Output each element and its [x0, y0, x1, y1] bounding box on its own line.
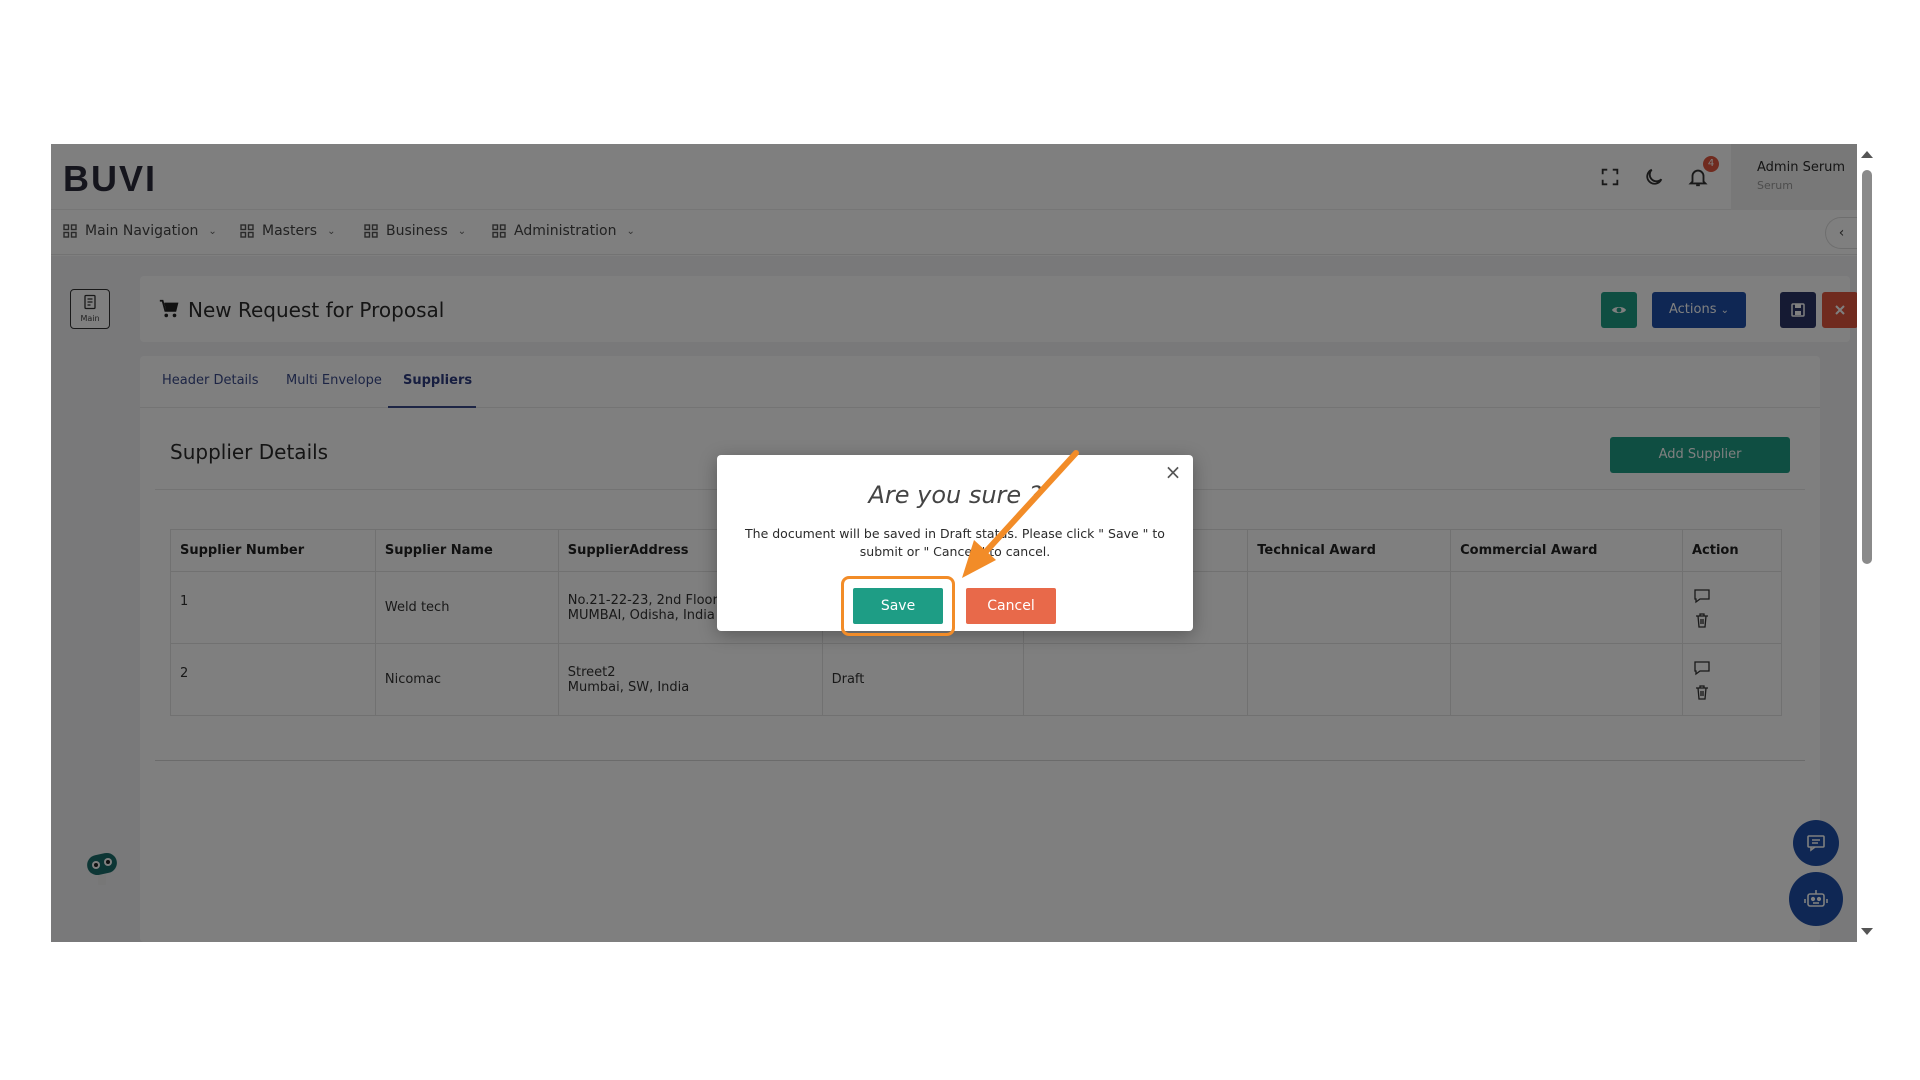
- dialog-message: The document will be saved in Draft stat…: [745, 526, 1165, 559]
- scroll-thumb[interactable]: [1862, 170, 1872, 564]
- close-icon[interactable]: ×: [1163, 462, 1183, 482]
- cancel-button[interactable]: Cancel: [966, 588, 1056, 624]
- page-scrollbar[interactable]: [1857, 144, 1877, 942]
- save-button[interactable]: Save: [853, 588, 943, 624]
- confirm-dialog: × Are you sure ? The document will be sa…: [717, 455, 1193, 636]
- scroll-up-arrow-icon[interactable]: [1861, 151, 1873, 158]
- scroll-down-arrow-icon[interactable]: [1861, 928, 1873, 935]
- dialog-title: Are you sure ?: [868, 481, 1042, 509]
